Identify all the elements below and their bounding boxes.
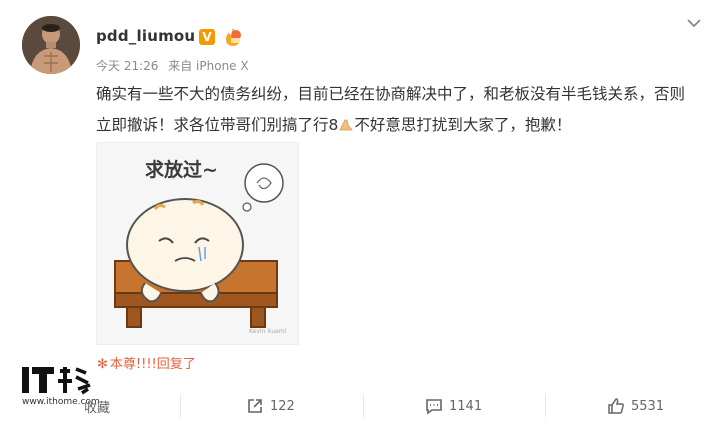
favorite-button[interactable]: 收藏 [84,387,110,425]
author-reply-link[interactable]: ✻ 本尊!!!!回复了 [97,353,196,372]
sticker-illustration [114,163,284,328]
favorite-label: 收藏 [84,400,111,416]
action-divider [363,395,364,417]
comment-button[interactable]: 1141 [425,387,482,425]
comment-count: 1141 [449,398,483,414]
post-text: 确实有一些不大的债务纠纷，目前已经在协商解决中了，和老板没有半毛钱关系，否则立即… [96,79,696,141]
post-time[interactable]: 今天 21:26 [96,59,158,73]
fan-level-icon [226,28,241,46]
action-bar: 收藏 122 1141 5531 [0,387,728,425]
action-divider [545,395,546,417]
chevron-down-icon[interactable] [686,16,702,30]
author-reply-text: 本尊!!!!回复了 [109,357,196,372]
comment-icon [426,399,442,415]
verified-badge-icon: V [199,29,215,45]
thumbs-up-icon [608,398,624,414]
post-text-end: 不好意思打扰到大家了，抱歉！ [354,116,572,134]
like-button[interactable]: 5531 [607,387,664,425]
like-count: 5531 [631,398,665,414]
post-source: 来自 iPhone X [168,59,249,73]
post-meta: 今天 21:26 来自 iPhone X [96,57,255,74]
share-count: 122 [270,398,295,414]
sticker-image[interactable]: 求放过~ Kevin Xuemi [96,142,299,345]
praying-hands-icon [339,119,354,131]
share-icon [248,399,262,413]
sticker-watermark: Kevin Xuemi [249,328,287,335]
avatar-image [22,16,80,74]
avatar[interactable] [22,16,80,74]
action-divider [180,395,181,417]
share-button[interactable]: 122 [246,387,295,425]
username[interactable]: pdd_liumou [96,27,195,45]
